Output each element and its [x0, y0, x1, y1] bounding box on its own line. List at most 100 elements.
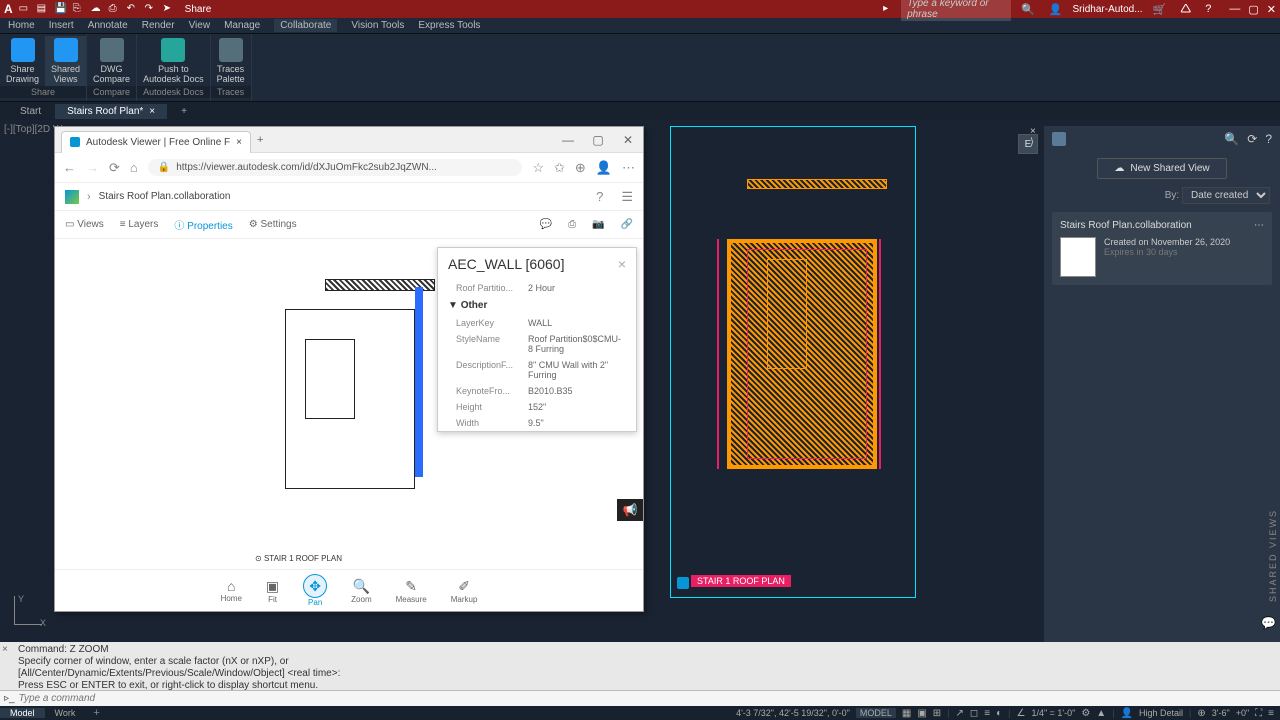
menu-express-tools[interactable]: Express Tools — [418, 20, 480, 31]
qat-save-icon[interactable]: 💾 — [55, 3, 67, 15]
command-input[interactable] — [19, 693, 1276, 704]
menu-annotate[interactable]: Annotate — [88, 20, 128, 31]
user-name[interactable]: Sridhar-Autod... — [1073, 4, 1143, 15]
viewer-zoom-button[interactable]: 🔍Zoom — [351, 578, 371, 604]
status-angle-value[interactable]: +0" — [1236, 708, 1249, 718]
panel-close-icon[interactable]: ×⟩ — [1030, 126, 1042, 148]
help-icon[interactable]: ? — [1205, 3, 1211, 15]
menu-collaborate[interactable]: Collaborate — [274, 19, 337, 32]
sv-search-icon[interactable]: 🔍 — [1224, 132, 1239, 146]
browser-new-tab[interactable]: + — [257, 134, 263, 146]
viewer-markup-button[interactable]: ✐Markup — [451, 578, 478, 604]
viewer-fit-button[interactable]: ▣Fit — [266, 578, 279, 604]
cad-viewport[interactable]: STAIR 1 ROOF PLAN — [670, 126, 916, 598]
apps-icon[interactable]: 🛆 — [1180, 0, 1191, 19]
viewer-tool-layers[interactable]: ≡ Layers — [120, 219, 159, 230]
status-angle-icon[interactable]: ∠ — [1016, 708, 1025, 719]
browser-url-input[interactable]: 🔒 https://viewer.autodesk.com/id/dXJuOmF… — [148, 159, 523, 176]
status-transparency-icon[interactable]: ◐ — [996, 708, 1002, 719]
doctab-close-icon[interactable]: × — [149, 106, 155, 117]
status-workspace-icon[interactable]: ⊕ — [1197, 708, 1205, 719]
browser-refresh-icon[interactable]: ⟳ — [109, 160, 120, 176]
viewer-link-icon[interactable]: 🔗 — [621, 219, 633, 230]
keyword-search-input[interactable]: Type a keyword or phrase — [901, 0, 1011, 21]
status-ortho-icon[interactable]: ⊞ — [933, 708, 941, 719]
menu-insert[interactable]: Insert — [49, 20, 74, 31]
cmdline-close-icon[interactable]: × — [2, 644, 8, 655]
status-snap-icon[interactable]: ▣ — [917, 708, 926, 719]
status-isodraft-icon[interactable]: ▲ — [1096, 708, 1106, 719]
browser-favorites-icon[interactable]: ✩ — [554, 160, 565, 176]
new-shared-view-button[interactable]: ☁ New Shared View — [1097, 158, 1227, 179]
sv-card-menu-icon[interactable]: ⋯ — [1254, 220, 1264, 231]
qat-print-icon[interactable]: ⎙ — [109, 3, 121, 15]
layout-tab-model[interactable]: Model — [0, 708, 45, 718]
layout-tab-new[interactable]: + — [85, 707, 107, 719]
playback-icon[interactable]: ▸ — [883, 3, 895, 15]
menu-home[interactable]: Home — [8, 20, 35, 31]
ucs-icon[interactable]: Y X — [6, 596, 46, 636]
window-maximize-icon[interactable]: ▢ — [1248, 3, 1258, 16]
ribbon-push-to-autodesk-docs[interactable]: Push toAutodesk Docs — [137, 36, 210, 86]
viewer-measure-button[interactable]: ✎Measure — [396, 578, 427, 604]
browser-collections-icon[interactable]: ⊕ — [575, 160, 586, 176]
ribbon-shared-views[interactable]: SharedViews — [45, 36, 86, 86]
status-lineweight-icon[interactable]: ≡ — [984, 708, 990, 719]
status-gear-icon[interactable]: ⚙ — [1081, 708, 1090, 719]
sv-chat-icon[interactable]: 💬 — [1261, 616, 1276, 630]
doctab-start[interactable]: Start — [8, 104, 53, 119]
qat-open-icon[interactable]: ▤ — [37, 3, 49, 15]
properties-section-other[interactable]: ▼ Other — [438, 296, 636, 315]
viewer-screenshot-icon[interactable]: 📷 — [592, 219, 604, 230]
browser-profile-icon[interactable]: 👤 — [596, 160, 612, 176]
viewer-breadcrumb[interactable]: Stairs Roof Plan.collaboration — [99, 191, 231, 202]
qat-share-label[interactable]: Share — [185, 4, 212, 15]
sv-refresh-icon[interactable]: ⟳ — [1247, 132, 1257, 146]
qat-saveas-icon[interactable]: ⎘ — [73, 3, 85, 15]
browser-tab-close-icon[interactable]: × — [236, 137, 242, 148]
viewer-tool-properties[interactable]: ⓘ Properties — [174, 217, 232, 232]
status-grid-icon[interactable]: ▦ — [902, 708, 911, 719]
qat-new-icon[interactable]: ▭ — [19, 3, 31, 15]
viewer-comment-icon[interactable]: 💬 — [540, 219, 552, 230]
status-annoscale-icon[interactable]: 👤 — [1121, 708, 1133, 719]
window-minimize-icon[interactable]: — — [1229, 3, 1240, 16]
browser-forward-icon[interactable]: → — [86, 160, 99, 175]
status-osnap-icon[interactable]: ◻ — [970, 708, 978, 719]
doctab-active[interactable]: Stairs Roof Plan* × — [55, 104, 167, 119]
viewer-pan-button[interactable]: ✥Pan — [303, 574, 327, 607]
status-detail[interactable]: High Detail — [1139, 708, 1183, 718]
browser-menu-icon[interactable]: ⋯ — [622, 160, 635, 176]
viewer-menu-icon[interactable]: ☰ — [621, 189, 633, 205]
viewer-home-button[interactable]: ⌂Home — [221, 578, 242, 603]
qat-undo-icon[interactable]: ↶ — [127, 3, 139, 15]
viewer-tool-settings[interactable]: ⚙ Settings — [249, 219, 297, 230]
status-model-button[interactable]: MODEL — [856, 708, 896, 718]
status-scale-a[interactable]: 1/4" = 1'-0" — [1031, 708, 1075, 718]
viewer-print-icon[interactable]: ⎙ — [568, 219, 576, 230]
status-scale-b[interactable]: 3'-6" — [1212, 708, 1230, 718]
sv-help-icon[interactable]: ? — [1265, 132, 1272, 146]
viewer-help-icon[interactable]: ? — [596, 189, 603, 204]
qat-cloud-icon[interactable]: ☁ — [91, 3, 103, 15]
doctab-new[interactable]: + — [169, 104, 199, 119]
menu-manage[interactable]: Manage — [224, 20, 260, 31]
breadcrumb-chevron-icon[interactable]: › — [87, 191, 91, 203]
cart-icon[interactable]: 🛒 — [1153, 3, 1167, 16]
viewer-tool-views[interactable]: ▭ Views — [65, 219, 104, 230]
qat-share-icon[interactable]: ➤ — [163, 3, 175, 15]
status-cleanscreen-icon[interactable]: ⛶ — [1255, 708, 1262, 719]
status-customize-icon[interactable]: ≡ — [1268, 708, 1274, 719]
menu-vision-tools[interactable]: Vision Tools — [351, 20, 404, 31]
browser-back-icon[interactable]: ← — [63, 160, 76, 175]
browser-home-icon[interactable]: ⌂ — [130, 160, 138, 175]
menu-render[interactable]: Render — [142, 20, 175, 31]
feedback-button[interactable]: 📢 — [617, 499, 643, 521]
browser-maximize-icon[interactable]: ▢ — [583, 133, 613, 147]
ribbon-share-drawing[interactable]: ShareDrawing — [0, 36, 45, 86]
browser-close-icon[interactable]: ✕ — [613, 133, 643, 147]
window-close-icon[interactable]: ✕ — [1267, 3, 1276, 16]
browser-favorite-icon[interactable]: ☆ — [532, 160, 544, 176]
viewer-canvas[interactable]: ⊙ STAIR 1 ROOF PLAN AEC_WALL [6060] × Ro… — [55, 239, 643, 569]
browser-minimize-icon[interactable]: — — [553, 133, 583, 147]
